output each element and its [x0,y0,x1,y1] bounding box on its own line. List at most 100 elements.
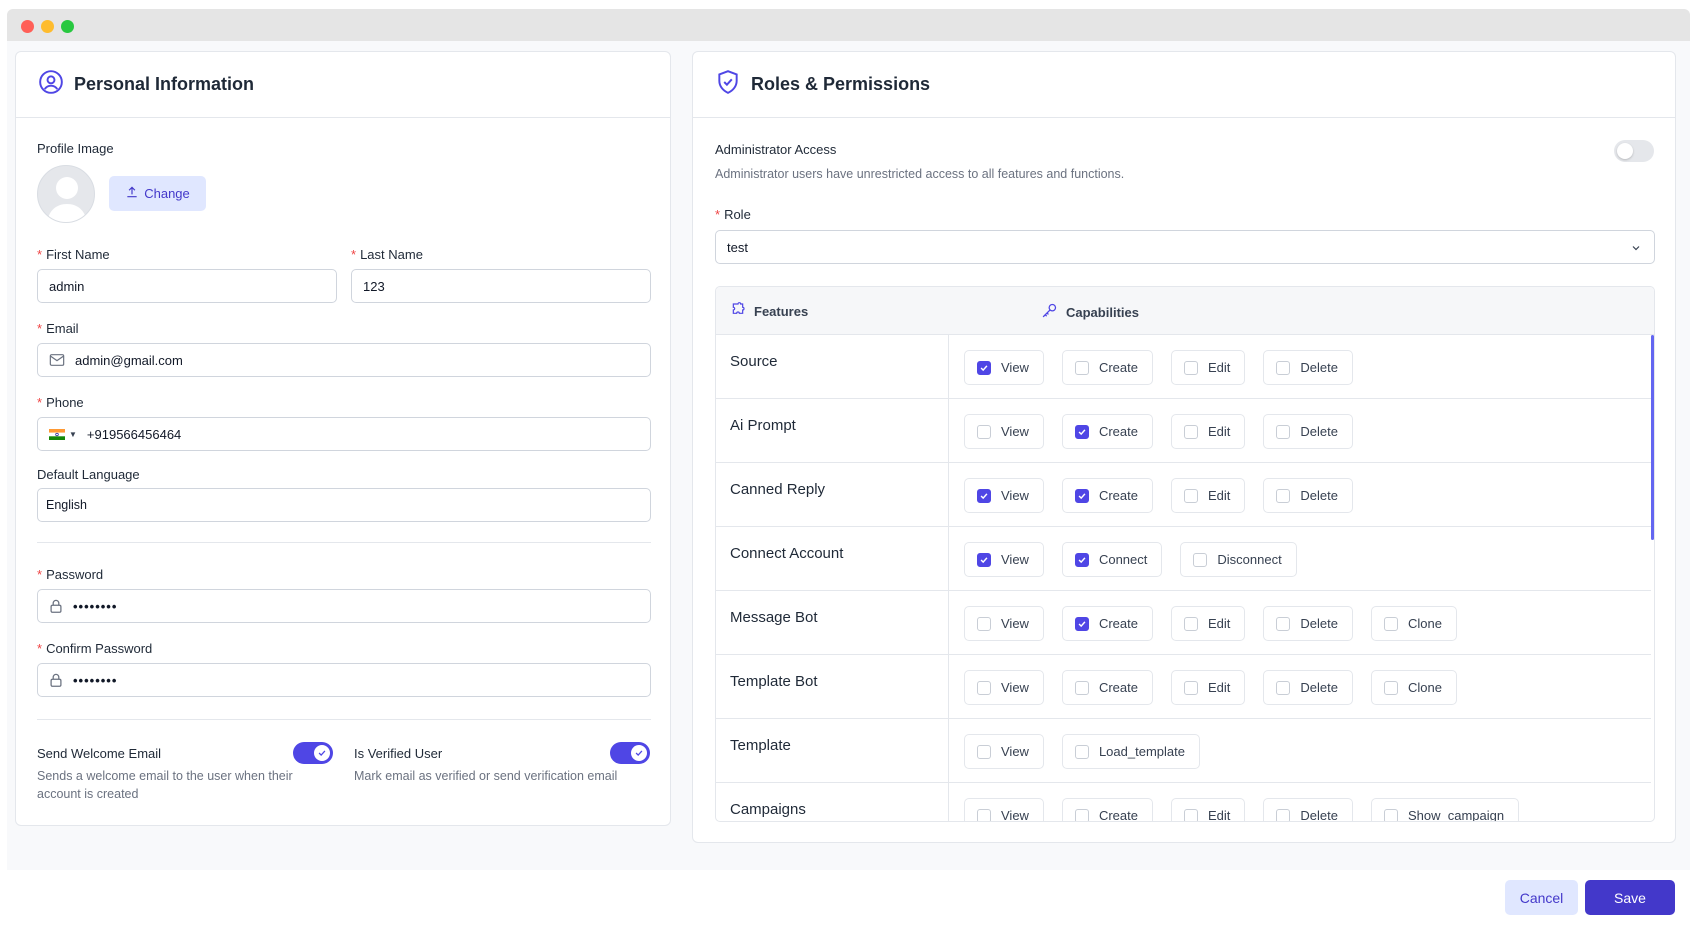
capability-option[interactable]: Delete [1263,606,1353,641]
capability-checkbox[interactable] [1074,680,1089,695]
last-name-field[interactable]: 123 [351,269,651,303]
capability-option[interactable]: Create [1061,670,1153,705]
country-dropdown-icon[interactable]: ▼ [69,430,77,439]
capability-option[interactable]: View [964,734,1044,769]
capability-option[interactable]: Create [1061,350,1153,385]
is-verified-user-toggle[interactable] [610,742,650,764]
capability-option[interactable]: Clone [1370,670,1457,705]
capability-checkbox[interactable] [1183,360,1198,375]
send-welcome-email-toggle[interactable] [293,742,333,764]
capability-checkbox[interactable] [1383,616,1398,631]
cancel-button[interactable]: Cancel [1505,880,1578,915]
capability-checkbox[interactable] [1276,680,1291,695]
password-field[interactable]: •••••••• [37,589,651,623]
shield-check-icon [715,69,751,100]
lock-icon [49,672,63,688]
capability-checkbox[interactable] [977,360,991,375]
capability-option[interactable]: View [964,670,1044,705]
capability-checkbox[interactable] [1276,360,1291,375]
capability-option[interactable]: Delete [1263,670,1353,705]
capability-option[interactable]: Delete [1263,350,1353,385]
change-image-button[interactable]: Change [109,176,206,211]
capability-option[interactable]: Edit [1170,670,1246,705]
capability-option[interactable]: View [964,478,1044,513]
capability-checkbox[interactable] [977,616,991,631]
features-column-header: Features [730,302,808,321]
is-verified-user-label: Is Verified User [354,746,443,761]
capability-option[interactable]: Delete [1263,798,1353,821]
capability-label: Create [1098,488,1138,503]
capability-option[interactable]: View [964,542,1044,577]
first-name-field[interactable]: admin [37,269,337,303]
capability-checkbox[interactable] [1074,424,1089,439]
capability-option[interactable]: Create [1061,798,1153,821]
capability-checkbox[interactable] [977,808,991,821]
capability-option[interactable]: Delete [1263,478,1353,513]
phone-field[interactable]: ▼ +919566456464 [37,417,651,451]
capability-checkbox[interactable] [977,552,991,567]
capability-checkbox[interactable] [1183,488,1198,503]
capability-checkbox[interactable] [1074,552,1089,567]
capability-checkbox[interactable] [1074,360,1089,375]
table-row: Template Bot View Create Edit Delete Clone [716,655,1651,719]
capability-checkbox[interactable] [1276,488,1291,503]
personal-information-header: Personal Information [16,52,670,118]
capability-option[interactable]: Delete [1263,414,1353,449]
role-select[interactable]: test [715,230,1655,264]
capability-option[interactable]: Edit [1170,606,1246,641]
capability-checkbox[interactable] [977,744,991,759]
capability-checkbox[interactable] [1276,616,1291,631]
capability-checkbox[interactable] [1383,808,1398,821]
capability-checkbox[interactable] [977,424,991,439]
save-button[interactable]: Save [1585,880,1675,915]
capability-option[interactable]: Create [1061,478,1153,513]
capability-option[interactable]: Load_template [1061,734,1200,769]
administrator-access-help: Administrator users have unrestricted ac… [715,167,1125,181]
capability-checkbox[interactable] [1074,744,1089,759]
email-field[interactable]: admin@gmail.com [37,343,651,377]
capability-option[interactable]: Show_campaign [1370,798,1520,821]
capability-checkbox[interactable] [977,680,991,695]
permissions-table-header: Features Capabilities [716,287,1654,335]
capability-option[interactable]: View [964,350,1044,385]
capability-option[interactable]: Edit [1170,414,1246,449]
capability-option[interactable]: Edit [1170,478,1246,513]
capability-option[interactable]: View [964,798,1044,821]
capability-checkbox[interactable] [1074,616,1089,631]
capability-checkbox[interactable] [977,488,991,503]
capability-option[interactable]: Create [1061,414,1153,449]
capability-checkbox[interactable] [1183,616,1198,631]
maximize-window-button[interactable] [61,20,74,33]
capability-option[interactable]: Clone [1370,606,1457,641]
capability-checkbox[interactable] [1276,424,1291,439]
minimize-window-button[interactable] [41,20,54,33]
capability-checkbox[interactable] [1074,808,1089,821]
capability-label: Edit [1207,424,1231,439]
password-label: * Password [37,567,104,582]
capability-checkbox[interactable] [1074,488,1089,503]
capability-option[interactable]: Disconnect [1180,542,1297,577]
lock-icon [49,598,63,614]
capability-option[interactable]: Edit [1170,350,1246,385]
capability-option[interactable]: Connect [1061,542,1163,577]
capability-checkbox[interactable] [1183,808,1198,821]
default-language-select[interactable]: English [37,488,651,522]
scrollbar-thumb[interactable] [1651,335,1654,540]
feature-name: Campaigns [716,783,949,821]
capability-checkbox[interactable] [1276,808,1291,821]
capability-checkbox[interactable] [1183,680,1198,695]
capability-checkbox[interactable] [1383,680,1398,695]
capability-option[interactable]: View [964,414,1044,449]
capability-checkbox[interactable] [1183,424,1198,439]
capability-label: View [1001,552,1029,567]
capability-option[interactable]: Create [1061,606,1153,641]
close-window-button[interactable] [21,20,34,33]
capabilities-column-header: Capabilities [1041,302,1139,322]
capability-checkbox[interactable] [1193,552,1208,567]
check-icon [980,556,988,563]
capability-option[interactable]: Edit [1170,798,1246,821]
administrator-access-toggle[interactable] [1614,140,1654,162]
india-flag-icon[interactable] [49,428,65,440]
confirm-password-field[interactable]: •••••••• [37,663,651,697]
capability-option[interactable]: View [964,606,1044,641]
